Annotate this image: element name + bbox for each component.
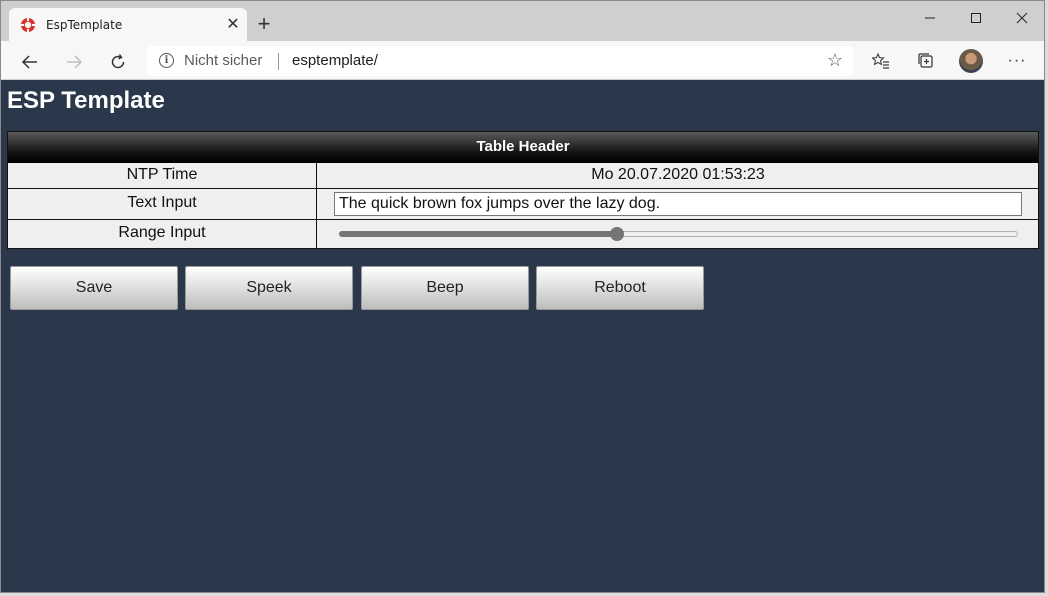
table-row-text-input: Text Input xyxy=(8,188,1038,219)
browser-window: EspTemplate ✕ + i Nicht sicher esptempla… xyxy=(0,0,1045,593)
range-thumb[interactable] xyxy=(610,227,625,241)
address-divider xyxy=(278,53,279,70)
close-icon[interactable]: ✕ xyxy=(223,15,243,35)
reload-icon[interactable] xyxy=(104,47,132,75)
star-icon[interactable]: ☆ xyxy=(827,50,843,71)
table-row-ntp-time: NTP Time Mo 20.07.2020 01:53:23 xyxy=(8,163,1038,189)
favorites-icon[interactable] xyxy=(869,49,893,73)
more-icon[interactable]: ··· xyxy=(1005,49,1029,73)
forward-icon[interactable] xyxy=(60,47,88,75)
page-title: ESP Template xyxy=(7,87,165,114)
security-label[interactable]: Nicht sicher xyxy=(184,52,262,69)
minimize-icon[interactable] xyxy=(907,1,953,33)
text-input-field[interactable] xyxy=(334,192,1022,216)
ntp-time-value: Mo 20.07.2020 01:53:23 xyxy=(591,166,765,183)
address-toolbar: i Nicht sicher esptemplate/ ☆ ··· xyxy=(1,41,1044,80)
tab-title: EspTemplate xyxy=(46,18,123,32)
table-header: Table Header xyxy=(8,132,1038,163)
plus-icon[interactable]: + xyxy=(253,13,275,35)
tab-strip: EspTemplate ✕ + xyxy=(1,1,1044,41)
range-slider[interactable] xyxy=(339,227,1018,241)
reboot-button[interactable]: Reboot xyxy=(536,266,704,310)
row-label: Range Input xyxy=(118,224,206,241)
close-window-icon[interactable] xyxy=(999,1,1044,33)
table-row-range-input: Range Input xyxy=(8,219,1038,248)
address-bar[interactable]: i Nicht sicher esptemplate/ ☆ xyxy=(147,46,853,76)
range-fill xyxy=(339,231,618,237)
profile-icon[interactable] xyxy=(959,49,983,73)
row-label: Text Input xyxy=(127,194,197,211)
back-icon[interactable] xyxy=(16,47,44,75)
tab-esptemplate[interactable]: EspTemplate ✕ xyxy=(9,8,247,41)
favicon-icon xyxy=(21,18,35,32)
settings-table: Table Header NTP Time Mo 20.07.2020 01:5… xyxy=(7,131,1039,249)
info-icon[interactable]: i xyxy=(159,53,174,68)
row-label: NTP Time xyxy=(126,166,198,183)
url-text[interactable]: esptemplate/ xyxy=(292,52,378,69)
speek-button[interactable]: Speek xyxy=(185,266,353,310)
maximize-icon[interactable] xyxy=(953,1,999,33)
page-content: ESP Template Table Header NTP Time Mo 20… xyxy=(1,81,1044,592)
save-button[interactable]: Save xyxy=(10,266,178,310)
collections-icon[interactable] xyxy=(914,49,938,73)
beep-button[interactable]: Beep xyxy=(361,266,529,310)
